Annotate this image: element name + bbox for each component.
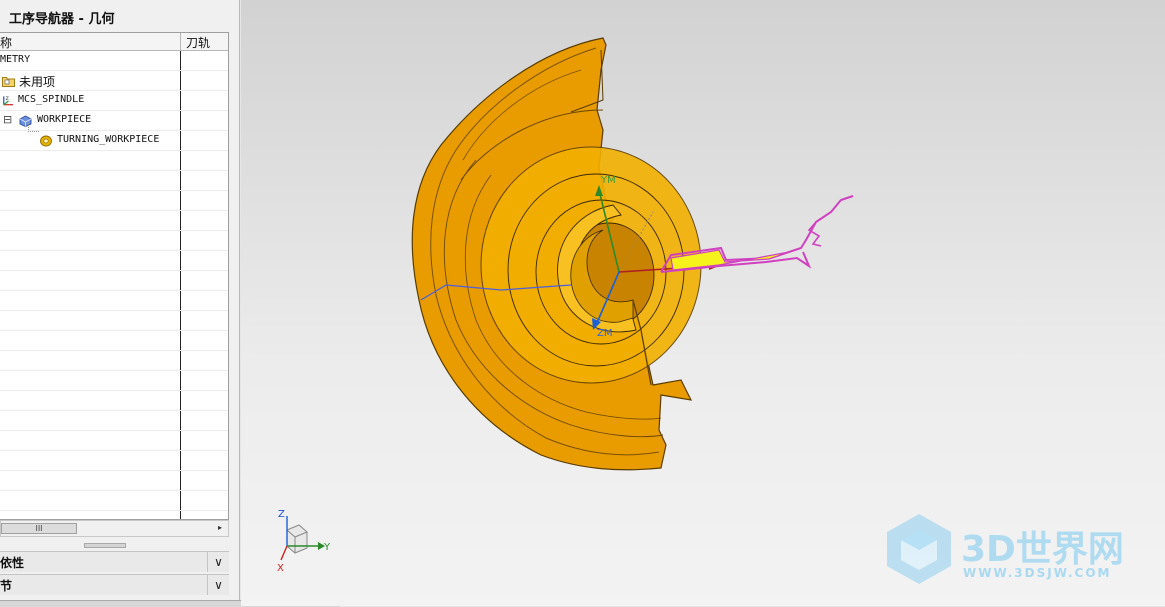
tree-item-label: 未用项: [19, 75, 56, 89]
watermark-url: WWW.3DSJW.COM: [963, 566, 1112, 580]
turning-part-model[interactable]: [411, 37, 702, 471]
horizontal-scrollbar[interactable]: III ▸: [0, 520, 229, 537]
tree-row-empty: [0, 171, 228, 191]
mcs-spindle-icon: Z: [3, 96, 14, 106]
tree-row-empty: [0, 351, 228, 371]
tree-row-empty: [0, 371, 228, 391]
triad-x-label: X: [277, 563, 284, 574]
folder-icon: [2, 77, 15, 87]
tree-item-label: TURNING_WORKPIECE: [57, 134, 160, 145]
watermark: 3D世界网 WWW.3DSJW.COM: [881, 510, 1151, 590]
navigator-tree[interactable]: 称 刀轨 METRY 未用项 Z MCS_SPINDLE ⊟ WORKPIECE…: [0, 32, 229, 520]
tree-row-turning-workpiece[interactable]: TURNING_WORKPIECE: [0, 131, 228, 151]
column-header-toolpath[interactable]: 刀轨: [186, 34, 210, 51]
tree-row-empty: [0, 311, 228, 331]
scrollbar-thumb[interactable]: III: [1, 523, 77, 534]
tree-row-empty: [0, 451, 228, 471]
zm-axis-label: ZM: [597, 328, 612, 339]
tree-row-empty: [0, 491, 228, 511]
column-header-name[interactable]: 称: [0, 34, 12, 51]
tree-row-workpiece[interactable]: ⊟ WORKPIECE: [0, 111, 228, 132]
tree-row-empty: [0, 271, 228, 291]
column-divider[interactable]: [180, 33, 181, 50]
view-orientation-triad[interactable]: [280, 516, 325, 561]
tree-row-empty: [0, 391, 228, 411]
tree-row-empty: [0, 431, 228, 451]
ym-axis-label: YM: [600, 175, 616, 186]
tree-item-label: METRY: [0, 54, 31, 65]
watermark-cube-icon: [887, 514, 951, 584]
tree-row-empty: [0, 331, 228, 351]
tree-row-empty: [0, 211, 228, 231]
watermark-brand: 3D世界网: [961, 529, 1124, 570]
dependencies-panel-header[interactable]: 依性 ∨: [0, 551, 229, 572]
expand-chevron-icon[interactable]: ∨: [207, 575, 229, 595]
collapse-toggle-icon[interactable]: ⊟: [3, 113, 12, 126]
tree-row-empty: [0, 411, 228, 431]
scroll-right-arrow-icon[interactable]: ▸: [218, 523, 222, 532]
turning-workpiece-icon: [40, 135, 52, 147]
tree-row-empty: [0, 231, 228, 251]
panel-label: 节: [0, 579, 13, 593]
tree-row-empty: [0, 291, 228, 311]
tree-row-unused-items[interactable]: 未用项: [0, 71, 228, 91]
pane-splitter-handle[interactable]: [84, 543, 126, 548]
tree-row-geometry[interactable]: METRY: [0, 51, 228, 71]
tree-row-empty: [0, 251, 228, 271]
graphics-window[interactable]: YM XM ZM Z Y X 3D世界网 WWW.3DSJW.C: [241, 0, 1165, 606]
expand-chevron-icon[interactable]: ∨: [207, 552, 229, 572]
triad-z-label: Z: [278, 509, 285, 520]
operation-navigator: 工序导航器 - 几何 称 刀轨 METRY 未用项 Z MCS_SPINDLE …: [0, 0, 240, 606]
navigator-title: 工序导航器 - 几何: [9, 12, 115, 27]
tree-row-mcs-spindle[interactable]: Z MCS_SPINDLE: [0, 91, 228, 111]
tree-item-label: MCS_SPINDLE: [18, 94, 85, 105]
tree-row-empty: [0, 191, 228, 211]
panel-label: 依性: [0, 556, 25, 570]
tree-row-empty: [0, 151, 228, 171]
details-panel-header[interactable]: 节 ∨: [0, 574, 229, 595]
tree-header: 称 刀轨: [0, 33, 228, 51]
tree-row-empty: [0, 471, 228, 491]
tree-item-label: WORKPIECE: [37, 114, 92, 125]
triad-y-label: Y: [323, 542, 331, 553]
svg-text:Z: Z: [6, 96, 9, 102]
